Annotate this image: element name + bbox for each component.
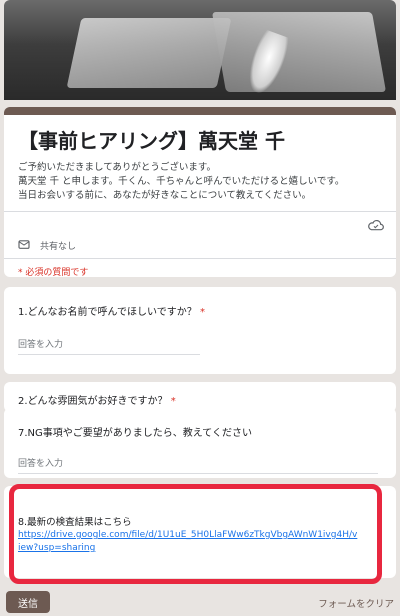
form-description: ご予約いただきましてありがとうございます。 萬天堂 千 と申します。千くん、千ち… xyxy=(18,162,345,201)
form-title: 【事前ヒアリング】萬天堂 千 xyxy=(18,129,285,153)
clear-form-button[interactable]: フォームをクリア xyxy=(318,596,394,610)
divider xyxy=(4,211,396,212)
question-card: 1.どんなお名前で呼んでほしいですか？ * 回答を入力 xyxy=(4,287,396,374)
answer-input[interactable]: 回答を入力 xyxy=(18,456,378,474)
question-label: 2.どんな雰囲気がお好きですか？ * xyxy=(18,392,176,407)
required-star: * xyxy=(199,307,205,318)
divider xyxy=(4,258,396,259)
account-icon xyxy=(18,240,30,249)
question-text: 2.どんな雰囲気がお好きですか？ xyxy=(18,396,168,407)
question-card: 7.NG事項やご要望がありましたら、教えてください 回答を入力 xyxy=(4,408,396,478)
book-page-right xyxy=(211,12,387,92)
account-sharing-text: 共有なし xyxy=(40,242,77,252)
question-text: 1.どんなお名前で呼んでほしいですか？ xyxy=(18,307,197,318)
header-image xyxy=(4,0,396,100)
highlight-frame xyxy=(9,484,382,584)
cloud-save-icon[interactable] xyxy=(368,219,384,231)
required-star: * xyxy=(170,396,176,407)
question-label: 1.どんなお名前で呼んでほしいですか？ * xyxy=(18,303,205,318)
book-page-left xyxy=(66,18,232,88)
required-note: * 必須の質問です xyxy=(18,268,89,278)
question-text: 7.NG事項やご要望がありましたら、教えてください xyxy=(18,428,252,439)
form-title-card: 【事前ヒアリング】萬天堂 千 ご予約いただきましてありがとうございます。 萬天堂… xyxy=(4,107,396,278)
answer-input[interactable]: 回答を入力 xyxy=(18,337,200,355)
submit-button[interactable]: 送信 xyxy=(6,591,50,613)
